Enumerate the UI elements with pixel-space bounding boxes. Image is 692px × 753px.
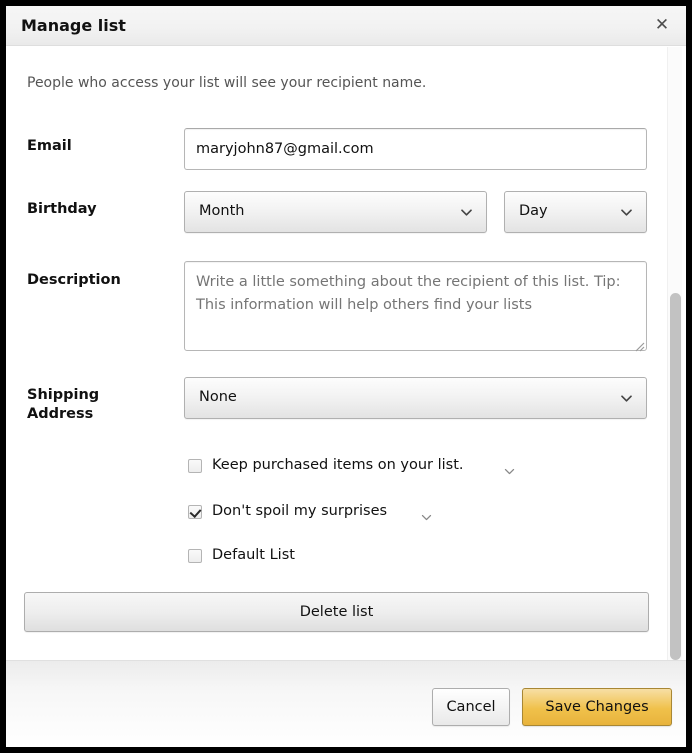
shipping-address-label: Shipping Address [27, 386, 99, 424]
option-label: Don't spoil my surprises [212, 503, 388, 519]
description-field-wrap [184, 261, 647, 352]
chevron-down-icon [460, 206, 473, 219]
shipping-address-value: None [199, 389, 237, 405]
chevron-down-icon[interactable] [421, 508, 432, 521]
birthday-label: Birthday [27, 201, 97, 217]
birthday-day-value: Day [519, 203, 548, 219]
checkbox-keep-purchased-items[interactable] [188, 459, 202, 473]
shipping-address-select[interactable]: None [184, 377, 647, 419]
manage-list-dialog: Manage list ✕ People who access your lis… [6, 6, 686, 747]
option-label: Default List [212, 547, 295, 563]
birthday-month-select[interactable]: Month [184, 191, 487, 233]
intro-text: People who access your list will see you… [27, 75, 427, 91]
checkbox-dont-spoil-surprises[interactable] [188, 505, 202, 519]
option-label: Keep purchased items on your list. [212, 457, 464, 473]
email-field[interactable] [184, 128, 647, 170]
screenshot-frame: Manage list ✕ People who access your lis… [0, 0, 692, 753]
vertical-scrollbar-thumb[interactable] [670, 293, 681, 660]
vertical-scrollbar-track[interactable] [667, 47, 682, 660]
shipping-address-label-line1: Shipping [27, 387, 100, 403]
chevron-down-icon [620, 206, 633, 219]
chevron-down-icon [620, 392, 633, 405]
shipping-address-label-line2: Address [27, 406, 94, 422]
delete-list-button[interactable]: Delete list [24, 592, 649, 632]
dialog-header: Manage list ✕ [6, 6, 686, 46]
description-label: Description [27, 272, 121, 288]
email-label: Email [27, 138, 72, 154]
checkbox-default-list[interactable] [188, 549, 202, 563]
cancel-button[interactable]: Cancel [432, 688, 510, 726]
dialog-footer: Cancel Save Changes [6, 660, 686, 747]
close-icon[interactable]: ✕ [651, 14, 673, 36]
chevron-down-icon[interactable] [504, 462, 515, 475]
save-changes-button[interactable]: Save Changes [522, 688, 672, 726]
description-field[interactable] [184, 261, 647, 351]
dialog-body: People who access your list will see you… [6, 47, 686, 660]
birthday-month-value: Month [199, 203, 245, 219]
birthday-day-select[interactable]: Day [504, 191, 647, 233]
dialog-title: Manage list [21, 16, 126, 35]
